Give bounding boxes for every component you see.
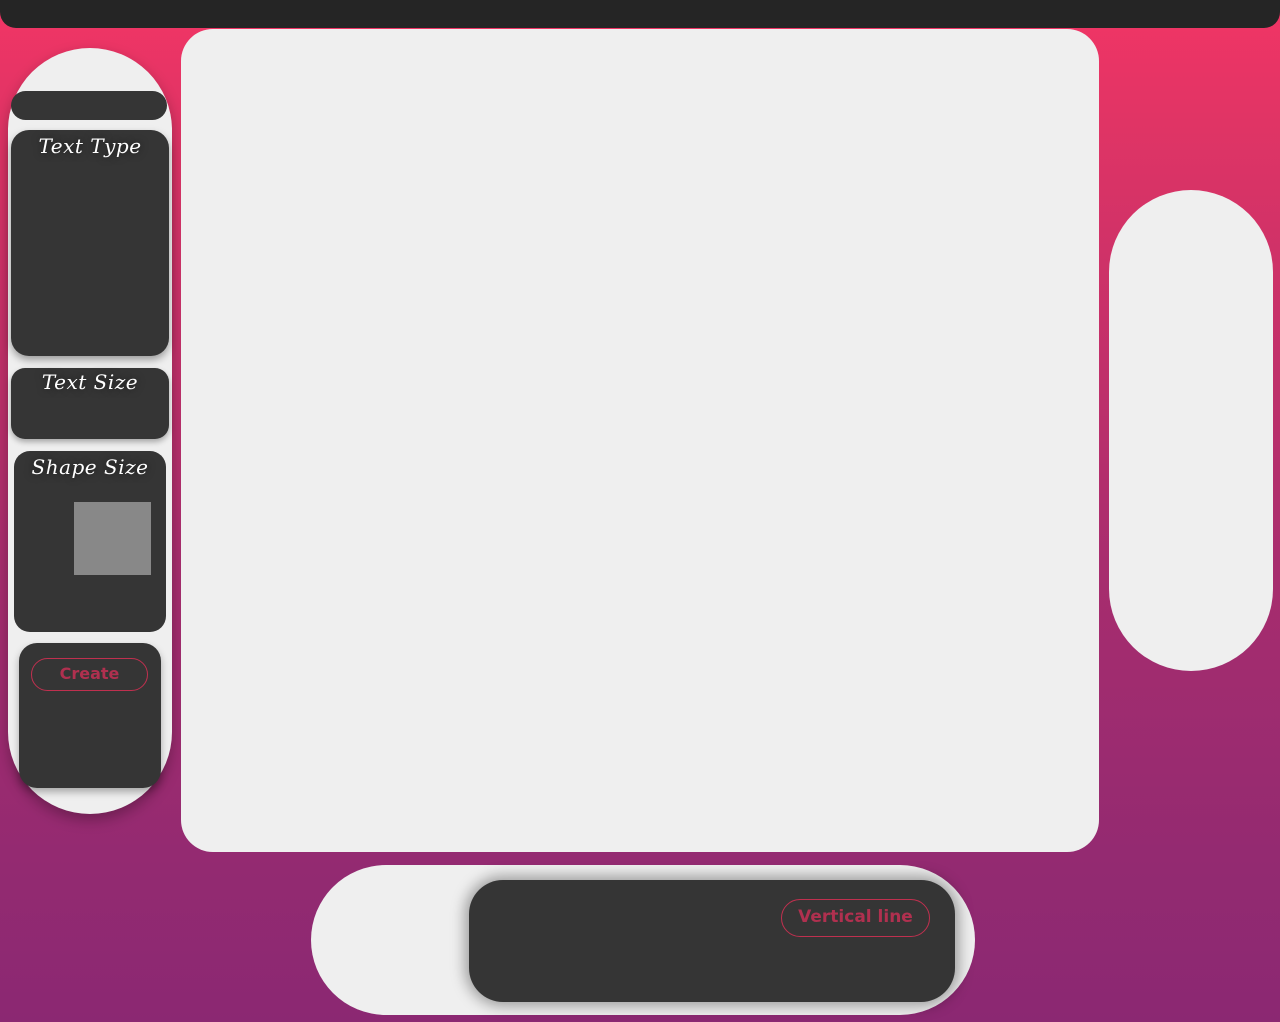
left-sidebar: Text Type Text Size Shape Size Create — [8, 48, 172, 814]
bottom-toolbar: Vertical line — [311, 865, 975, 1015]
text-type-card: Text Type — [11, 130, 169, 356]
shape-size-card: Shape Size — [14, 451, 166, 632]
vertical-line-button[interactable]: Vertical line — [781, 899, 930, 937]
shape-preview[interactable] — [74, 502, 151, 575]
bottom-tools-card: Vertical line — [469, 880, 955, 1002]
text-size-title: Text Size — [41, 370, 139, 394]
create-button[interactable]: Create — [31, 658, 148, 691]
right-sidebar — [1109, 190, 1273, 671]
text-size-card: Text Size — [11, 368, 169, 439]
shape-size-title: Shape Size — [31, 455, 149, 479]
create-card: Create — [19, 643, 161, 788]
text-type-title: Text Type — [38, 134, 142, 158]
sidebar-top-pill — [11, 91, 167, 120]
drawing-canvas[interactable] — [181, 29, 1099, 852]
top-bar — [0, 0, 1280, 28]
